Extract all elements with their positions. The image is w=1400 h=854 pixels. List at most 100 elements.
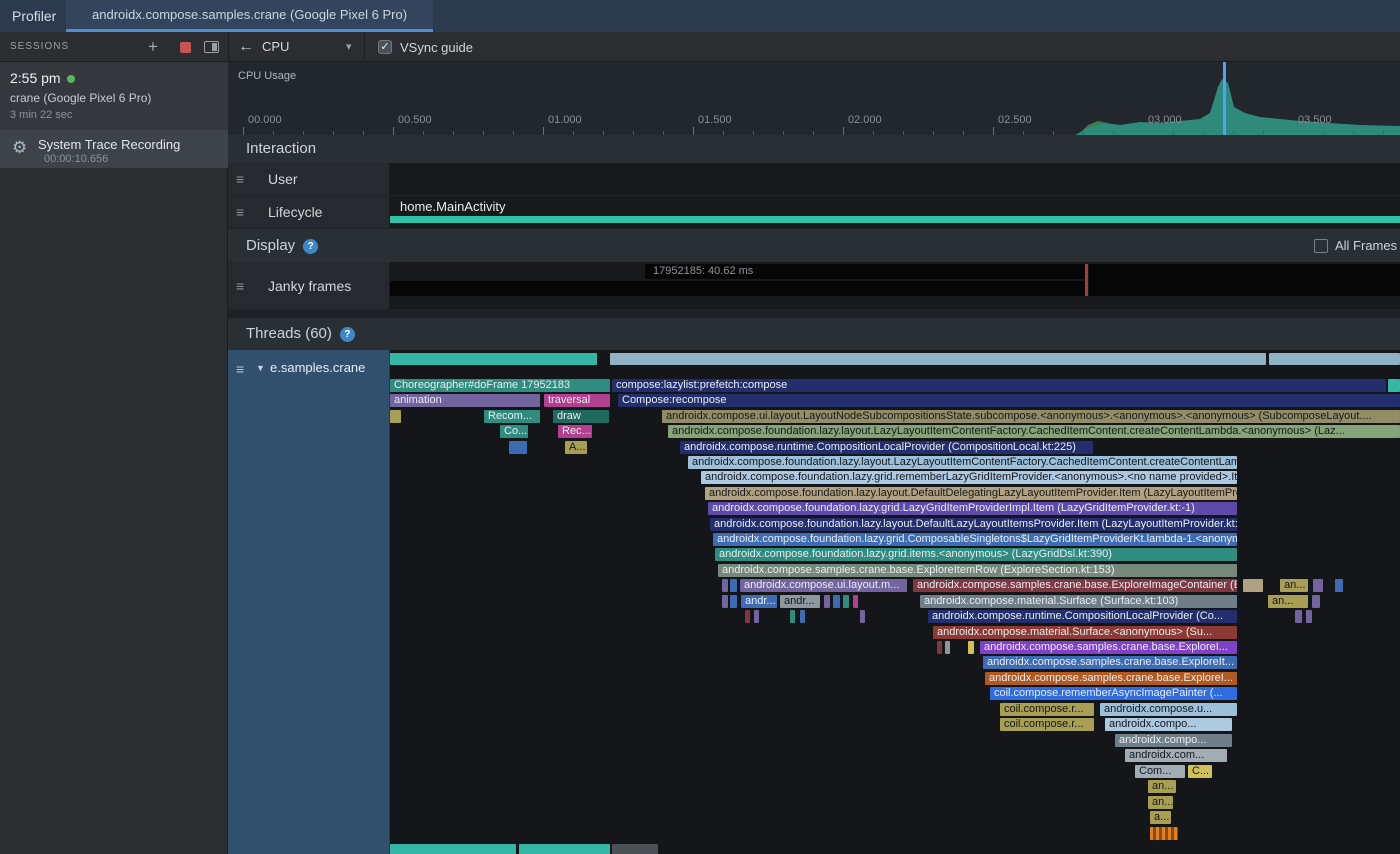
flame-bar[interactable]: coil.compose.rememberAsyncImagePainter (… (990, 687, 1237, 700)
flame-bar[interactable]: a... (1150, 811, 1171, 824)
help-icon[interactable]: ? (303, 239, 318, 254)
drag-handle-icon[interactable]: ≡ (236, 204, 244, 220)
flame-bar[interactable]: androidx.compose.material.Surface.<anony… (933, 626, 1237, 639)
flame-bar[interactable] (1243, 579, 1263, 592)
lifecycle-track-body[interactable]: home.MainActivity (390, 196, 1400, 229)
flame-bar[interactable]: an... (1280, 579, 1308, 592)
flame-bar[interactable] (937, 641, 942, 654)
flame-bar[interactable] (610, 353, 1266, 365)
flame-bar[interactable]: A... (565, 441, 587, 454)
flame-bar[interactable]: Co... (500, 425, 528, 438)
flame-bar[interactable] (1313, 579, 1323, 592)
flame-bar[interactable] (612, 844, 658, 854)
drag-handle-icon[interactable]: ≡ (236, 278, 244, 294)
flame-bar[interactable]: Recom... (484, 410, 540, 423)
add-session-button[interactable]: + (148, 32, 158, 61)
janky-frame-bar[interactable] (390, 281, 1085, 296)
flame-bar[interactable]: an... (1268, 595, 1308, 608)
flame-bar[interactable]: androidx.compose.samples.crane.base.Expl… (980, 641, 1237, 654)
flame-bar[interactable]: androidx.compose.foundation.lazy.layout.… (705, 487, 1237, 500)
flame-bar[interactable] (790, 610, 795, 623)
help-icon[interactable]: ? (340, 327, 355, 342)
flame-bar[interactable] (968, 641, 974, 654)
flame-bar[interactable]: Compose:recompose (618, 394, 1400, 407)
flame-bar[interactable]: androidx.compo... (1115, 734, 1232, 747)
flame-bar[interactable]: androidx.compose.samples.crane.base.Expl… (913, 579, 1237, 592)
janky-track-body[interactable]: 17952185: 40.62 ms (390, 262, 1400, 310)
flame-bar[interactable] (509, 441, 527, 454)
flame-bar[interactable]: androidx.compose.samples.crane.base.Expl… (718, 564, 1237, 577)
flame-bar[interactable]: coil.compose.r... (1000, 718, 1094, 731)
flame-bar[interactable]: androidx.compose.foundation.lazy.layout.… (688, 456, 1237, 469)
system-trace-recording-item[interactable]: ⚙ System Trace Recording 00:00:10.656 (0, 130, 228, 168)
flame-bar[interactable] (833, 595, 840, 608)
flame-bar[interactable] (390, 410, 401, 423)
flame-bar[interactable]: androidx.compose.ui.layout.LayoutNodeSub… (662, 410, 1400, 423)
flame-bar[interactable]: androidx.compose.runtime.CompositionLoca… (680, 441, 1093, 454)
flame-bar[interactable] (722, 595, 728, 608)
flame-bar[interactable]: coil.compose.r... (1000, 703, 1094, 716)
all-frames-checkbox[interactable]: All Frames (1314, 229, 1397, 262)
flame-bar[interactable]: Rec... (558, 425, 592, 438)
flame-bar[interactable] (730, 579, 737, 592)
flame-bar[interactable]: androidx.compose.samples.crane.base.Expl… (985, 672, 1237, 685)
flame-bar[interactable] (1388, 379, 1400, 392)
flame-bar[interactable] (1306, 610, 1312, 623)
flame-bar[interactable]: androidx.compose.foundation.lazy.layout.… (710, 518, 1237, 531)
flame-bar[interactable]: an... (1148, 780, 1176, 793)
flame-bar[interactable]: androidx.compo... (1105, 718, 1232, 731)
flame-bar[interactable]: Choreographer#doFrame 17952183 (390, 379, 610, 392)
flame-bar[interactable] (1150, 827, 1178, 840)
flame-bar[interactable] (390, 353, 597, 365)
janky-frame-bar[interactable] (1089, 264, 1400, 296)
back-arrow-button[interactable]: ← (238, 32, 254, 62)
flame-bar[interactable] (1335, 579, 1343, 592)
flame-bar[interactable] (754, 610, 759, 623)
flame-bar[interactable]: androidx.compose.material.Surface (Surfa… (920, 595, 1237, 608)
timeline-ruler[interactable]: 00.00000.50001.00001.50002.00002.50003.0… (228, 111, 1400, 135)
thread-label-panel[interactable]: ≡ ▼ e.samples.crane (228, 350, 390, 854)
flame-bar[interactable] (800, 610, 805, 623)
flame-bar[interactable]: androidx.compose.foundation.lazy.grid.re… (701, 471, 1237, 484)
activity-lifetime-bar[interactable] (390, 216, 1400, 223)
stop-recording-button[interactable] (180, 42, 191, 53)
cpu-dropdown[interactable]: CPU ▾ (262, 32, 362, 62)
flame-chart[interactable]: Choreographer#doFrame 17952183compose:la… (390, 350, 1400, 854)
drag-handle-icon[interactable]: ≡ (236, 171, 244, 187)
flame-bar[interactable]: an... (1148, 796, 1173, 809)
flame-bar[interactable]: androidx.compose.foundation.lazy.grid.it… (715, 548, 1237, 561)
flame-bar[interactable]: androidx.compose.u... (1100, 703, 1237, 716)
flame-bar[interactable] (945, 641, 950, 654)
flame-bar[interactable] (1295, 610, 1302, 623)
flame-bar[interactable] (853, 595, 858, 608)
flame-bar[interactable]: androidx.compose.runtime.CompositionLoca… (928, 610, 1237, 623)
session-tab[interactable]: androidx.compose.samples.crane (Google P… (66, 0, 433, 32)
flame-bar[interactable]: andr... (780, 595, 820, 608)
flame-bar[interactable] (519, 844, 610, 854)
flame-bar[interactable] (722, 579, 728, 592)
flame-bar[interactable]: androidx.compose.foundation.lazy.grid.Co… (713, 533, 1237, 546)
flame-bar[interactable] (1269, 353, 1400, 365)
flame-bar[interactable] (824, 595, 830, 608)
collapse-panel-icon[interactable] (204, 41, 219, 53)
flame-bar[interactable]: androidx.compose.foundation.lazy.grid.La… (708, 502, 1237, 515)
flame-bar[interactable]: traversal (544, 394, 610, 407)
flame-bar[interactable]: C... (1188, 765, 1212, 778)
flame-bar[interactable]: andr... (741, 595, 777, 608)
flame-bar[interactable]: androidx.com... (1125, 749, 1227, 762)
flame-bar[interactable] (390, 844, 516, 854)
collapse-triangle-icon[interactable]: ▼ (256, 363, 265, 373)
flame-bar[interactable]: androidx.compose.foundation.lazy.layout.… (668, 425, 1400, 438)
session-card[interactable]: 2:55 pm crane (Google Pixel 6 Pro) 3 min… (0, 62, 228, 130)
drag-handle-icon[interactable]: ≡ (236, 361, 244, 377)
janky-frame-bar[interactable]: 17952185: 40.62 ms (645, 264, 1085, 279)
user-track-body[interactable] (390, 163, 1400, 196)
flame-bar[interactable]: draw (553, 410, 609, 423)
flame-bar[interactable] (1312, 595, 1320, 608)
flame-bar[interactable]: animation (390, 394, 540, 407)
flame-bar[interactable] (843, 595, 849, 608)
flame-bar[interactable]: androidx.compose.ui.layout.m... (740, 579, 907, 592)
vsync-guide-checkbox[interactable]: ✓ VSync guide (378, 32, 473, 62)
flame-bar[interactable]: Com... (1135, 765, 1185, 778)
flame-bar[interactable]: compose:lazylist:prefetch:compose (612, 379, 1386, 392)
